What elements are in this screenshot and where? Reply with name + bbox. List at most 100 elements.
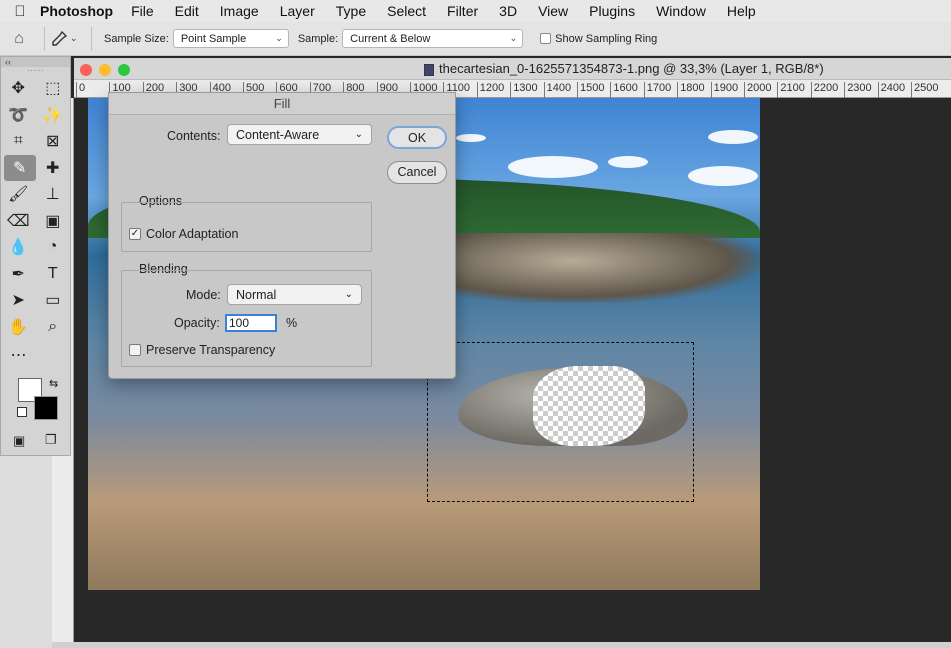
sampling-ring-label: Show Sampling Ring [555,32,658,45]
sample-size-select[interactable]: Point Sample ⌄ [172,29,289,48]
menu-layer[interactable]: Layer [280,3,315,19]
chevron-down-icon: ⌄ [354,129,363,140]
tools-panel: ‹‹ ⋯⋯ ✥ ⬚ ➰ ✨ ⌗ ⊠ ✎ ✚ 🖌 ⊥ ⌫ ▣ 💧 ◔ ✒ T ➤ ▭ ✋ ⌕ ⋯ ⇆ ▣ ❐ [0,56,71,456]
opacity-input[interactable]: 100 [225,314,277,332]
sample-label: Sample: [297,32,339,45]
chevron-down-icon: ⌄ [509,33,518,43]
lasso-tool-icon[interactable]: ➰ [1,102,36,128]
tool-row: ✥ ⬚ [1,75,70,102]
cloud [708,130,758,144]
brush-tool-icon[interactable]: 🖌 [1,181,36,207]
apple-icon[interactable]:  [0,3,40,20]
eraser-tool-icon[interactable]: ⌫ [1,208,36,234]
cancel-button[interactable]: Cancel [387,161,447,184]
hand-tool-icon[interactable]: ✋ [1,314,36,340]
clone-stamp-tool-icon[interactable]: ⊥ [36,181,71,207]
selection-marquee[interactable] [427,342,694,502]
ruler-tick: 1900 [710,82,738,98]
healing-brush-tool-icon[interactable]: ✚ [36,155,70,181]
menu-file[interactable]: File [131,3,154,19]
cloud [456,134,486,142]
color-adaptation-checkbox[interactable]: ✓ [129,228,141,240]
sampling-ring-option[interactable]: Show Sampling Ring [540,33,657,45]
background-color-swatch[interactable] [34,396,58,420]
home-icon[interactable]: ⌂ [0,30,38,48]
menu-view[interactable]: View [538,3,568,19]
ruler-tick: 2500 [911,82,938,98]
document-titlebar: thecartesian_0-1625571354873-1.png @ 33,… [74,58,951,80]
chevron-down-icon: ⌄ [275,33,283,43]
dodge-tool-icon[interactable]: ◔ [36,234,71,260]
dialog-title: Fill [109,93,455,115]
shoreline-rocks [448,233,760,303]
contents-select[interactable]: Content-Aware ⌄ [227,124,372,145]
ruler-tick: 1500 [577,82,604,98]
magic-wand-tool-icon[interactable]: ✨ [36,102,71,128]
sample-size-label: Sample Size: [104,32,169,45]
contents-label: Contents: [167,129,221,143]
menu-type[interactable]: Type [336,3,366,19]
options-bar: ⌂ ⌄ Sample Size: Point Sample ⌄ Sample: … [0,22,951,56]
file-icon [424,63,434,76]
mode-value: Normal [236,287,277,302]
eyedropper-tool-icon[interactable]: ✎ [4,154,36,181]
ruler-tick: 1300 [510,82,538,98]
menu-help[interactable]: Help [727,3,756,19]
menu-plugins[interactable]: Plugins [589,3,635,19]
panel-grip[interactable]: ⋯⋯ [1,67,70,75]
edit-toolbar-icon[interactable]: ⋯ [1,342,36,368]
type-tool-icon[interactable]: T [36,261,71,287]
quick-mask-icon[interactable]: ▣ [13,433,25,449]
ruler-tick: 1800 [677,82,705,98]
tool-row: ⌗ ⊠ [1,128,70,155]
sampling-ring-checkbox[interactable] [540,33,552,45]
menu-3d[interactable]: 3D [499,3,517,19]
ruler-tick: 1700 [643,82,671,98]
ok-button[interactable]: OK [387,126,447,149]
blur-tool-icon[interactable]: 💧 [1,234,36,260]
mode-select[interactable]: Normal ⌄ [227,284,362,305]
tool-row: ✒ T [1,261,70,288]
divider [44,26,45,51]
frame-tool-icon[interactable]: ⊠ [36,128,71,154]
ruler-tick: 2000 [744,82,771,98]
marquee-tool-icon[interactable]: ⬚ [36,75,71,101]
opacity-label: Opacity: [174,316,220,330]
menu-select[interactable]: Select [387,3,426,19]
document-tab[interactable]: thecartesian_0-1625571354873-1.png @ 33,… [424,61,824,76]
screen-mode-icon[interactable]: ❐ [45,432,57,448]
tool-row: ⌫ ▣ [1,208,70,235]
ruler-tick: 2200 [810,82,838,98]
ruler-tick: 1200 [476,82,504,98]
menu-filter[interactable]: Filter [447,3,478,19]
gradient-tool-icon[interactable]: ▣ [36,208,71,234]
tool-preset-picker[interactable]: ⌄ [51,30,85,47]
sample-select[interactable]: Current & Below ⌄ [342,29,524,48]
opacity-unit: % [286,316,298,330]
crop-tool-icon[interactable]: ⌗ [1,128,36,154]
ruler-tick: 1400 [543,82,571,98]
tool-row: ✎ ✚ [1,154,70,182]
swap-colors-icon[interactable]: ⇆ [49,377,58,390]
preserve-transparency-checkbox[interactable] [129,344,141,356]
move-tool-icon[interactable]: ✥ [1,75,36,101]
ruler-tick: 0 [76,82,85,98]
close-window-icon[interactable] [80,64,92,76]
default-colors-icon[interactable] [17,407,27,417]
tool-row: 🖌 ⊥ [1,181,70,208]
rectangle-tool-icon[interactable]: ▭ [36,287,71,313]
path-selection-tool-icon[interactable]: ➤ [1,287,36,313]
ruler-tick: 2100 [777,82,805,98]
minimize-window-icon[interactable] [99,64,111,76]
maximize-window-icon[interactable] [118,64,130,76]
cloud [608,156,648,168]
menu-image[interactable]: Image [220,3,259,19]
pen-tool-icon[interactable]: ✒ [1,261,36,287]
cloud [688,166,758,186]
tool-row: ➰ ✨ [1,102,70,129]
menu-edit[interactable]: Edit [175,3,199,19]
menu-window[interactable]: Window [656,3,706,19]
app-menu[interactable]: Photoshop [40,3,113,19]
zoom-tool-icon[interactable]: ⌕ [36,314,71,340]
tool-row: ➤ ▭ [1,287,70,314]
